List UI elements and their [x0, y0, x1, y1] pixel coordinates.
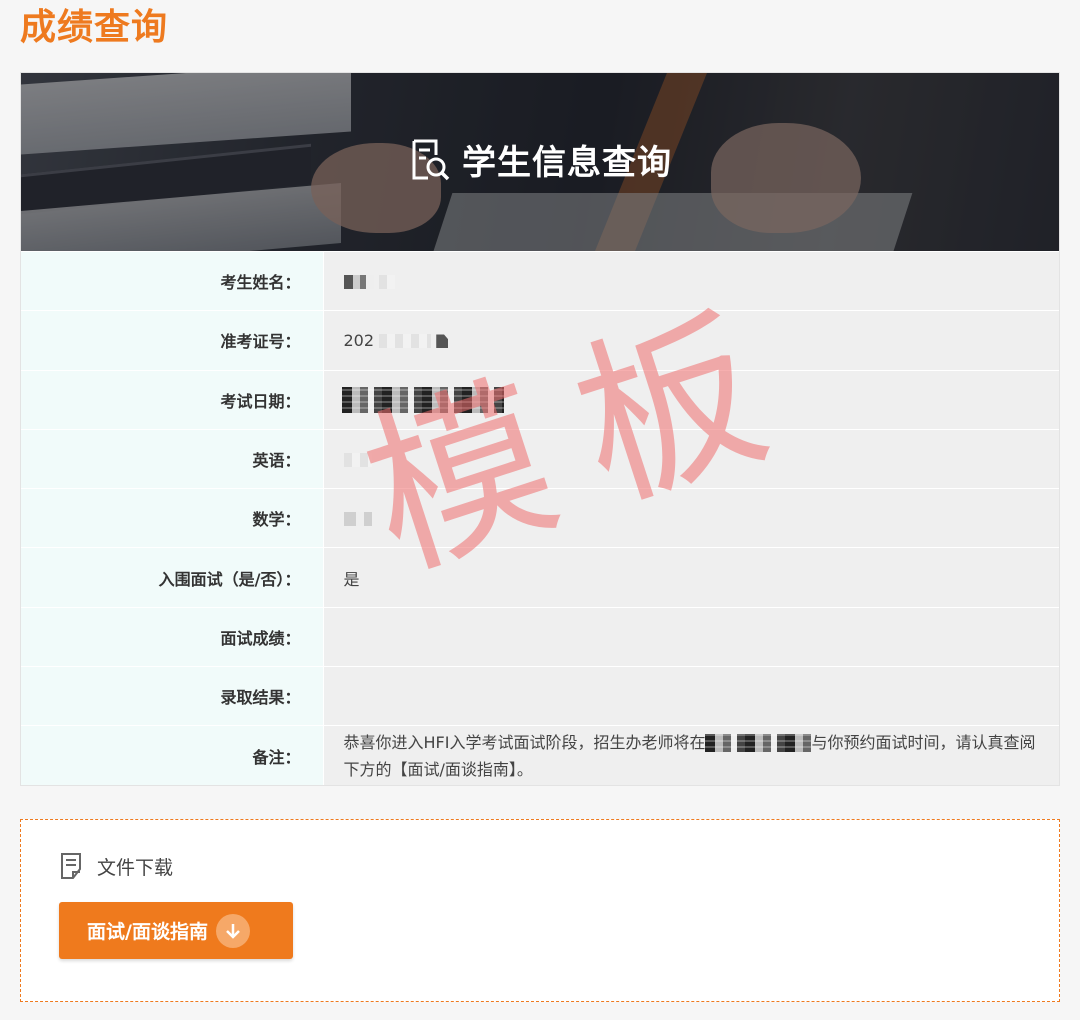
document-search-icon — [412, 139, 450, 180]
row-value: 202 — [323, 310, 1059, 371]
table-row: 备注： 恭喜你进入HFI入学考试面试阶段，招生办老师将在 与你预约面试时间，请认真… — [21, 725, 1059, 786]
download-heading: 文件下载 — [59, 852, 173, 880]
download-heading-text: 文件下载 — [97, 856, 174, 879]
row-value-text: 202 — [343, 330, 375, 350]
table-row: 准考证号： 202 — [21, 310, 1059, 371]
redacted-block — [378, 275, 395, 290]
row-value: 恭喜你进入HFI入学考试面试阶段，招生办老师将在 与你预约面试时间，请认真查阅下方… — [323, 725, 1059, 786]
row-value — [323, 488, 1059, 548]
table-row: 录取结果： — [21, 666, 1059, 726]
row-label: 准考证号： — [21, 310, 324, 371]
redacted-block — [436, 334, 449, 349]
row-label: 面试成绩： — [21, 607, 324, 667]
table-row: 面试成绩： — [21, 607, 1059, 667]
note-text-part1: 恭喜你进入HFI入学考试面试阶段，招生办老师将在 — [343, 732, 706, 752]
row-label: 考试日期： — [21, 370, 324, 430]
banner-title: 学生信息查询 — [462, 143, 672, 183]
row-label: 备注： — [21, 725, 324, 786]
page-title: 成绩查询 — [20, 7, 169, 48]
redacted-block — [341, 386, 504, 413]
table-row: 入围面试（是/否）： 是 — [21, 547, 1059, 608]
document-icon — [61, 853, 81, 879]
table-row: 数学： — [21, 488, 1059, 548]
student-info-card: 学生信息查询 考生姓名： 准考证号： 202 考试日期： 英语： 数学： 入围面… — [20, 72, 1060, 787]
row-label: 录取结果： — [21, 666, 324, 726]
redacted-block — [379, 334, 432, 349]
download-section: 文件下载 面试/面谈指南 — [20, 819, 1060, 1002]
guide-download-button[interactable]: 面试/面谈指南 — [59, 902, 293, 959]
redacted-block — [343, 453, 372, 468]
redacted-block — [705, 734, 812, 753]
row-value — [323, 251, 1059, 311]
row-value — [323, 429, 1059, 489]
row-label: 入围面试（是/否）： — [21, 547, 324, 608]
row-value — [323, 666, 1059, 726]
download-arrow-icon — [215, 913, 250, 948]
redacted-block — [343, 512, 372, 527]
row-value: 是 — [323, 547, 1059, 608]
guide-download-label: 面试/面谈指南 — [87, 921, 208, 943]
info-table: 考生姓名： 准考证号： 202 考试日期： 英语： 数学： 入围面试（是/否）：… — [21, 251, 1059, 786]
row-value — [323, 607, 1059, 667]
row-label: 英语： — [21, 429, 324, 489]
banner-heading: 学生信息查询 — [21, 135, 1059, 184]
row-label: 数学： — [21, 488, 324, 548]
redacted-block — [343, 275, 374, 290]
banner: 学生信息查询 — [21, 73, 1059, 251]
table-row: 考生姓名： — [21, 251, 1059, 311]
table-row: 英语： — [21, 429, 1059, 489]
table-row: 考试日期： — [21, 370, 1059, 430]
row-value — [323, 370, 1059, 430]
row-label: 考生姓名： — [21, 251, 324, 311]
